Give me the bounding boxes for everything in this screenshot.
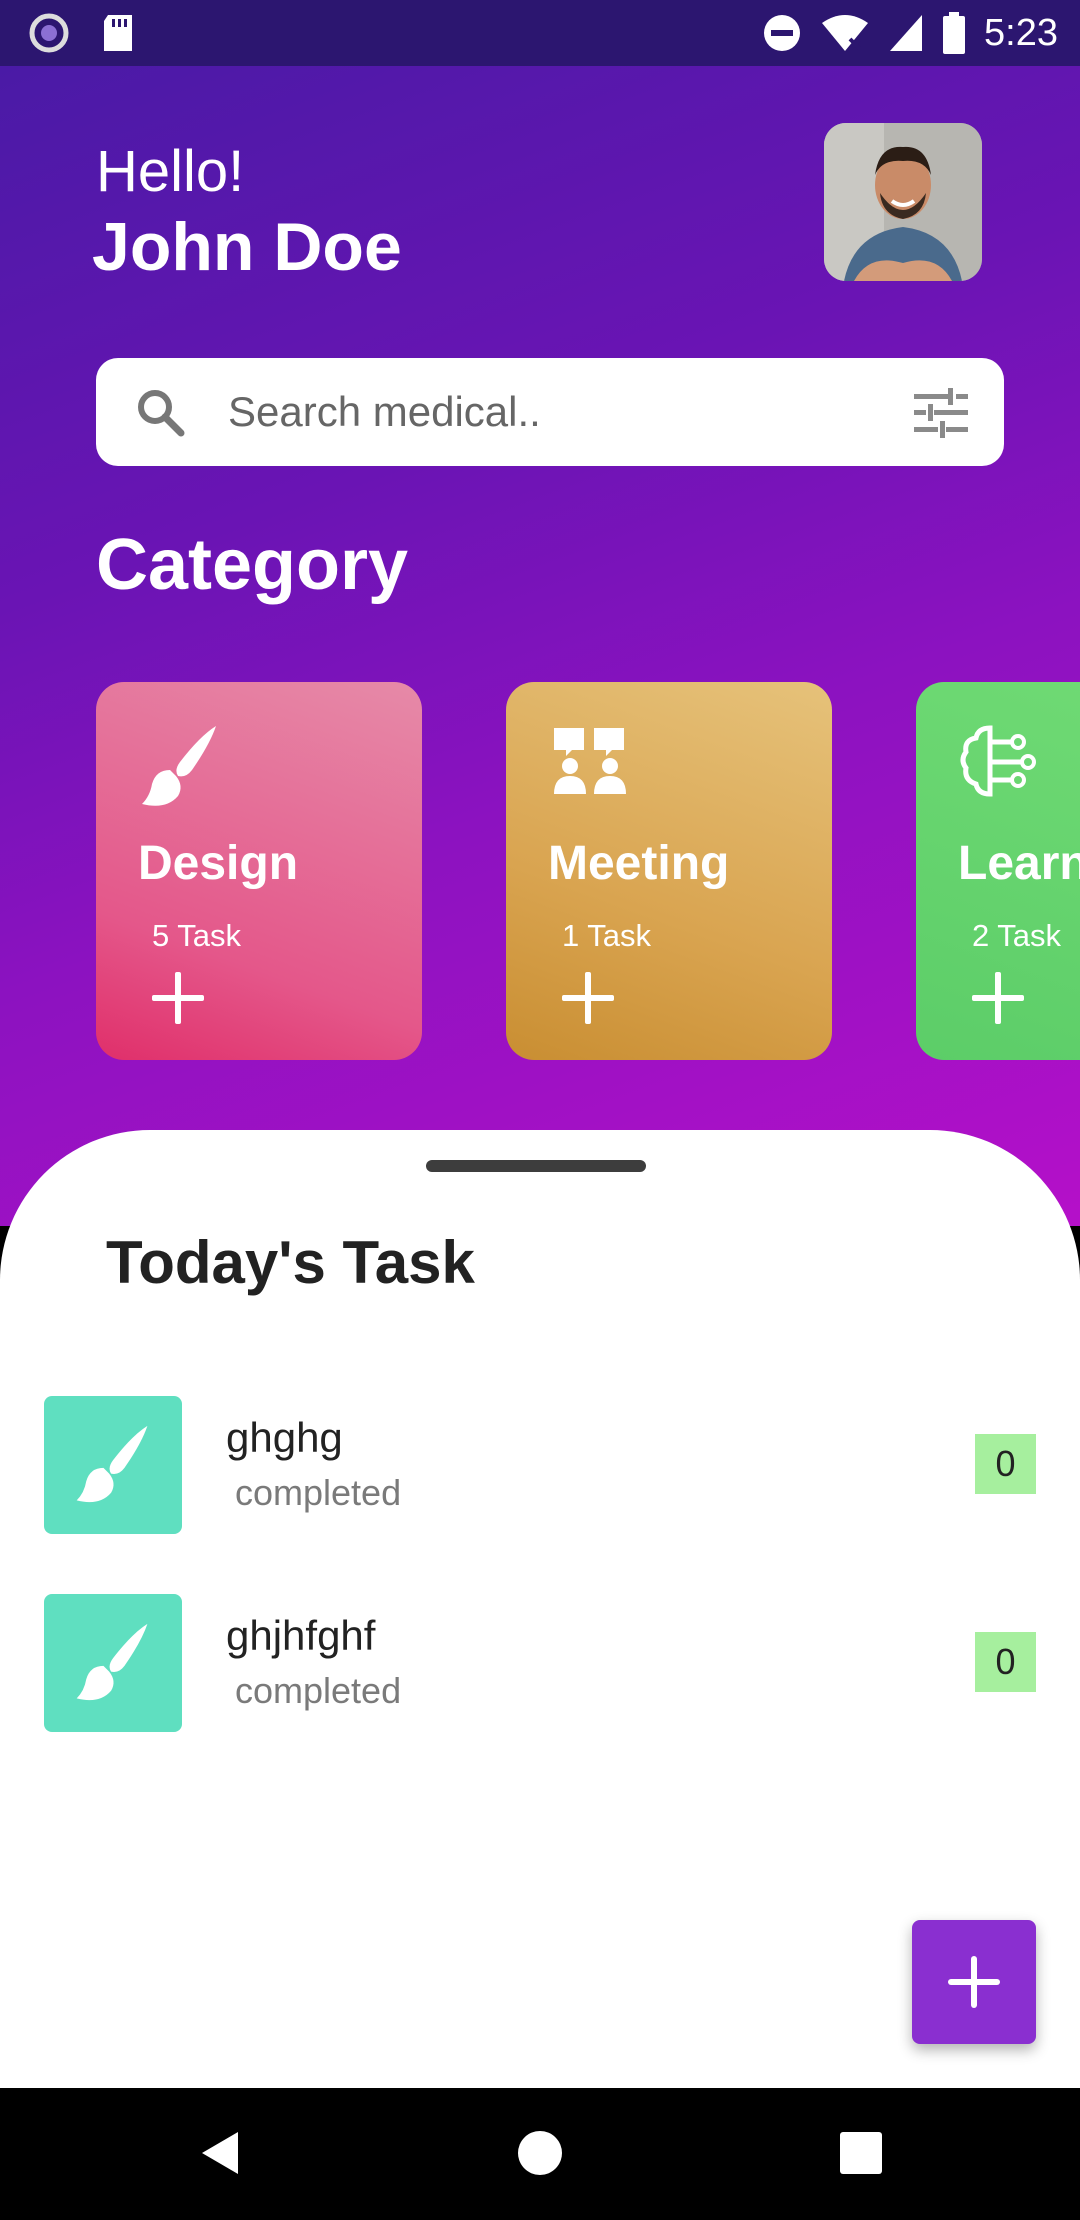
avatar[interactable]: [824, 123, 982, 281]
search-bar[interactable]: [96, 358, 1004, 466]
task-count-badge: 0: [975, 1434, 1036, 1494]
task-row[interactable]: ghjhfghf completed 0: [0, 1594, 1080, 1734]
filter-icon[interactable]: [914, 388, 968, 438]
task-name: ghjhfghf: [226, 1612, 376, 1659]
signal-icon: [890, 15, 923, 51]
recents-icon[interactable]: [838, 2128, 884, 2178]
category-card-meeting[interactable]: Meeting 1 Task: [506, 682, 832, 1060]
task-row[interactable]: ghghg completed 0: [0, 1396, 1080, 1536]
add-icon[interactable]: [152, 972, 204, 1024]
status-time: 5:23: [984, 11, 1058, 54]
meeting-icon: [554, 728, 626, 794]
task-icon: [44, 1594, 182, 1732]
battery-icon: [943, 12, 966, 54]
back-icon[interactable]: [196, 2128, 244, 2178]
task-icon: [44, 1396, 182, 1534]
task-name: ghghg: [226, 1414, 343, 1461]
add-icon[interactable]: [972, 972, 1024, 1024]
brush-icon: [76, 1425, 148, 1503]
greeting-text: Hello!: [96, 139, 245, 204]
category-title: Category: [96, 525, 409, 605]
category-task-count: 5 Task: [152, 918, 242, 953]
task-count-badge: 0: [975, 1632, 1036, 1692]
brush-icon: [76, 1623, 148, 1701]
wifi-icon: [822, 15, 869, 51]
record-icon: [29, 13, 69, 53]
task-status: completed: [235, 1472, 402, 1513]
navigation-bar: [0, 2088, 1080, 2220]
tasks-title: Today's Task: [106, 1229, 475, 1296]
category-card-design[interactable]: Design 5 Task: [96, 682, 422, 1060]
add-icon[interactable]: [562, 972, 614, 1024]
search-icon: [138, 390, 185, 437]
do-not-disturb-icon: [764, 15, 801, 51]
category-name: Learn: [958, 837, 1080, 890]
drag-handle[interactable]: [426, 1160, 646, 1172]
task-status: completed: [235, 1670, 402, 1711]
sd-card-icon: [104, 15, 132, 51]
search-input[interactable]: [228, 376, 868, 448]
category-task-count: 1 Task: [562, 918, 652, 953]
home-icon[interactable]: [517, 2128, 563, 2178]
add-task-button[interactable]: [912, 1920, 1036, 2044]
category-task-count: 2 Task: [972, 918, 1062, 953]
category-name: Meeting: [548, 837, 730, 890]
category-name: Design: [138, 837, 299, 890]
brush-icon: [142, 726, 216, 806]
category-card-learn[interactable]: Learn 2 Task: [916, 682, 1080, 1060]
user-name: John Doe: [92, 209, 402, 285]
status-bar: 5:23: [0, 0, 1080, 66]
brain-icon: [960, 725, 1036, 797]
